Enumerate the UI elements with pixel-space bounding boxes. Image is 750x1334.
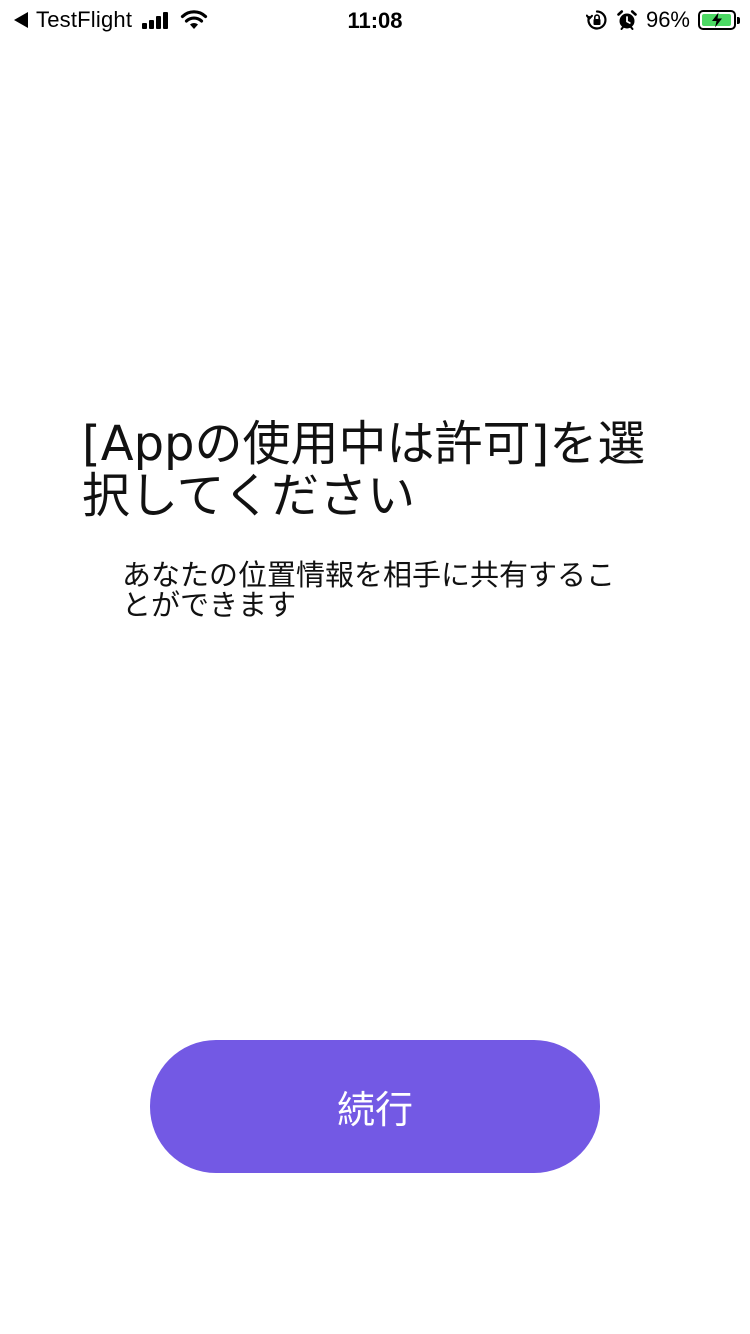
alarm-icon [617,10,637,30]
orientation-lock-icon [585,10,607,30]
status-right: 96% [585,6,740,34]
continue-button[interactable]: 続行 [150,1040,600,1173]
page-title: [Appの使用中は許可]を選 択してください [82,416,646,524]
status-bar: TestFlight 11:08 96% [0,0,750,40]
page-description: あなたの位置情報を相手に共有するこ とができます [122,558,616,622]
battery-charging-icon [698,10,740,30]
charging-bolt-icon [700,12,734,28]
battery-percent: 96% [645,7,690,32]
